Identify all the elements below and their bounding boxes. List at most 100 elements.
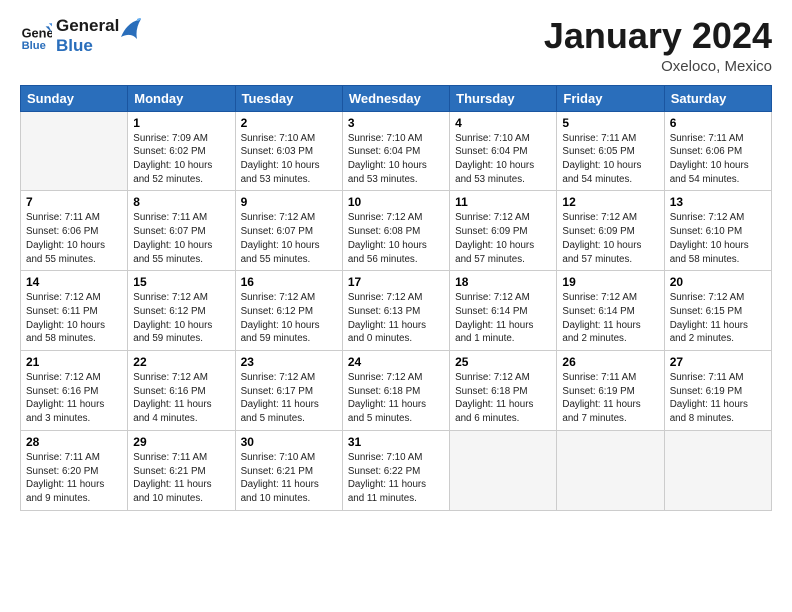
calendar-week-2: 7 Sunrise: 7:11 AM Sunset: 6:06 PM Dayli… [21,191,772,271]
day-info: Sunrise: 7:11 AM Sunset: 6:20 PM Dayligh… [26,451,122,506]
day-number: 4 [455,116,551,130]
calendar-cell: 17 Sunrise: 7:12 AM Sunset: 6:13 PM Dayl… [342,271,449,351]
day-info: Sunrise: 7:09 AM Sunset: 6:02 PM Dayligh… [133,132,229,187]
day-info: Sunrise: 7:12 AM Sunset: 6:16 PM Dayligh… [26,371,122,426]
calendar-cell: 27 Sunrise: 7:11 AM Sunset: 6:19 PM Dayl… [664,351,771,431]
calendar-week-4: 21 Sunrise: 7:12 AM Sunset: 6:16 PM Dayl… [21,351,772,431]
calendar-cell: 31 Sunrise: 7:10 AM Sunset: 6:22 PM Dayl… [342,430,449,510]
day-number: 31 [348,435,444,449]
day-info: Sunrise: 7:11 AM Sunset: 6:06 PM Dayligh… [670,132,766,187]
logo-bird-icon [119,17,141,47]
day-info: Sunrise: 7:10 AM Sunset: 6:04 PM Dayligh… [348,132,444,187]
calendar-cell: 3 Sunrise: 7:10 AM Sunset: 6:04 PM Dayli… [342,111,449,191]
calendar-cell: 4 Sunrise: 7:10 AM Sunset: 6:04 PM Dayli… [450,111,557,191]
calendar-cell: 23 Sunrise: 7:12 AM Sunset: 6:17 PM Dayl… [235,351,342,431]
day-number: 30 [241,435,337,449]
day-info: Sunrise: 7:12 AM Sunset: 6:10 PM Dayligh… [670,211,766,266]
col-monday: Monday [128,85,235,111]
day-number: 21 [26,355,122,369]
day-number: 8 [133,195,229,209]
calendar-cell [450,430,557,510]
calendar-cell: 11 Sunrise: 7:12 AM Sunset: 6:09 PM Dayl… [450,191,557,271]
day-number: 13 [670,195,766,209]
day-number: 23 [241,355,337,369]
calendar-cell [21,111,128,191]
calendar-cell: 14 Sunrise: 7:12 AM Sunset: 6:11 PM Dayl… [21,271,128,351]
calendar-cell: 10 Sunrise: 7:12 AM Sunset: 6:08 PM Dayl… [342,191,449,271]
col-sunday: Sunday [21,85,128,111]
logo: General Blue General Blue [20,16,141,55]
day-info: Sunrise: 7:11 AM Sunset: 6:19 PM Dayligh… [562,371,658,426]
page-container: General Blue General Blue January 2024 O… [0,0,792,521]
col-thursday: Thursday [450,85,557,111]
day-number: 7 [26,195,122,209]
day-number: 17 [348,275,444,289]
day-info: Sunrise: 7:10 AM Sunset: 6:21 PM Dayligh… [241,451,337,506]
calendar-cell: 19 Sunrise: 7:12 AM Sunset: 6:14 PM Dayl… [557,271,664,351]
day-info: Sunrise: 7:12 AM Sunset: 6:18 PM Dayligh… [455,371,551,426]
day-number: 24 [348,355,444,369]
calendar-cell: 6 Sunrise: 7:11 AM Sunset: 6:06 PM Dayli… [664,111,771,191]
day-number: 11 [455,195,551,209]
day-number: 5 [562,116,658,130]
header: General Blue General Blue January 2024 O… [20,16,772,75]
calendar-cell: 28 Sunrise: 7:11 AM Sunset: 6:20 PM Dayl… [21,430,128,510]
day-info: Sunrise: 7:11 AM Sunset: 6:21 PM Dayligh… [133,451,229,506]
day-number: 25 [455,355,551,369]
col-saturday: Saturday [664,85,771,111]
svg-text:Blue: Blue [22,39,46,51]
day-info: Sunrise: 7:11 AM Sunset: 6:07 PM Dayligh… [133,211,229,266]
calendar-body: 1 Sunrise: 7:09 AM Sunset: 6:02 PM Dayli… [21,111,772,510]
day-number: 1 [133,116,229,130]
calendar-cell: 25 Sunrise: 7:12 AM Sunset: 6:18 PM Dayl… [450,351,557,431]
calendar-cell: 13 Sunrise: 7:12 AM Sunset: 6:10 PM Dayl… [664,191,771,271]
day-info: Sunrise: 7:12 AM Sunset: 6:16 PM Dayligh… [133,371,229,426]
day-number: 15 [133,275,229,289]
title-block: January 2024 Oxeloco, Mexico [544,16,772,75]
calendar-cell: 15 Sunrise: 7:12 AM Sunset: 6:12 PM Dayl… [128,271,235,351]
day-info: Sunrise: 7:12 AM Sunset: 6:09 PM Dayligh… [455,211,551,266]
calendar-cell: 22 Sunrise: 7:12 AM Sunset: 6:16 PM Dayl… [128,351,235,431]
day-info: Sunrise: 7:11 AM Sunset: 6:19 PM Dayligh… [670,371,766,426]
calendar-cell: 9 Sunrise: 7:12 AM Sunset: 6:07 PM Dayli… [235,191,342,271]
day-info: Sunrise: 7:11 AM Sunset: 6:06 PM Dayligh… [26,211,122,266]
calendar-cell: 26 Sunrise: 7:11 AM Sunset: 6:19 PM Dayl… [557,351,664,431]
col-tuesday: Tuesday [235,85,342,111]
day-info: Sunrise: 7:12 AM Sunset: 6:07 PM Dayligh… [241,211,337,266]
calendar-cell: 29 Sunrise: 7:11 AM Sunset: 6:21 PM Dayl… [128,430,235,510]
logo-general: General [56,16,119,36]
day-number: 12 [562,195,658,209]
day-number: 6 [670,116,766,130]
day-number: 14 [26,275,122,289]
day-info: Sunrise: 7:12 AM Sunset: 6:18 PM Dayligh… [348,371,444,426]
day-number: 16 [241,275,337,289]
location: Oxeloco, Mexico [544,58,772,75]
col-friday: Friday [557,85,664,111]
day-info: Sunrise: 7:12 AM Sunset: 6:11 PM Dayligh… [26,291,122,346]
calendar-cell: 21 Sunrise: 7:12 AM Sunset: 6:16 PM Dayl… [21,351,128,431]
logo-blue: Blue [56,36,119,56]
day-number: 20 [670,275,766,289]
day-number: 2 [241,116,337,130]
calendar-table: Sunday Monday Tuesday Wednesday Thursday… [20,85,772,511]
day-info: Sunrise: 7:12 AM Sunset: 6:08 PM Dayligh… [348,211,444,266]
calendar-cell: 1 Sunrise: 7:09 AM Sunset: 6:02 PM Dayli… [128,111,235,191]
calendar-header: Sunday Monday Tuesday Wednesday Thursday… [21,85,772,111]
header-row: Sunday Monday Tuesday Wednesday Thursday… [21,85,772,111]
calendar-cell: 5 Sunrise: 7:11 AM Sunset: 6:05 PM Dayli… [557,111,664,191]
day-number: 10 [348,195,444,209]
day-info: Sunrise: 7:12 AM Sunset: 6:12 PM Dayligh… [133,291,229,346]
day-info: Sunrise: 7:12 AM Sunset: 6:12 PM Dayligh… [241,291,337,346]
day-number: 28 [26,435,122,449]
day-info: Sunrise: 7:10 AM Sunset: 6:22 PM Dayligh… [348,451,444,506]
calendar-week-3: 14 Sunrise: 7:12 AM Sunset: 6:11 PM Dayl… [21,271,772,351]
day-number: 26 [562,355,658,369]
day-info: Sunrise: 7:10 AM Sunset: 6:03 PM Dayligh… [241,132,337,187]
calendar-cell [557,430,664,510]
calendar-week-1: 1 Sunrise: 7:09 AM Sunset: 6:02 PM Dayli… [21,111,772,191]
day-number: 27 [670,355,766,369]
calendar-cell [664,430,771,510]
day-info: Sunrise: 7:12 AM Sunset: 6:17 PM Dayligh… [241,371,337,426]
day-info: Sunrise: 7:12 AM Sunset: 6:15 PM Dayligh… [670,291,766,346]
day-info: Sunrise: 7:12 AM Sunset: 6:14 PM Dayligh… [455,291,551,346]
